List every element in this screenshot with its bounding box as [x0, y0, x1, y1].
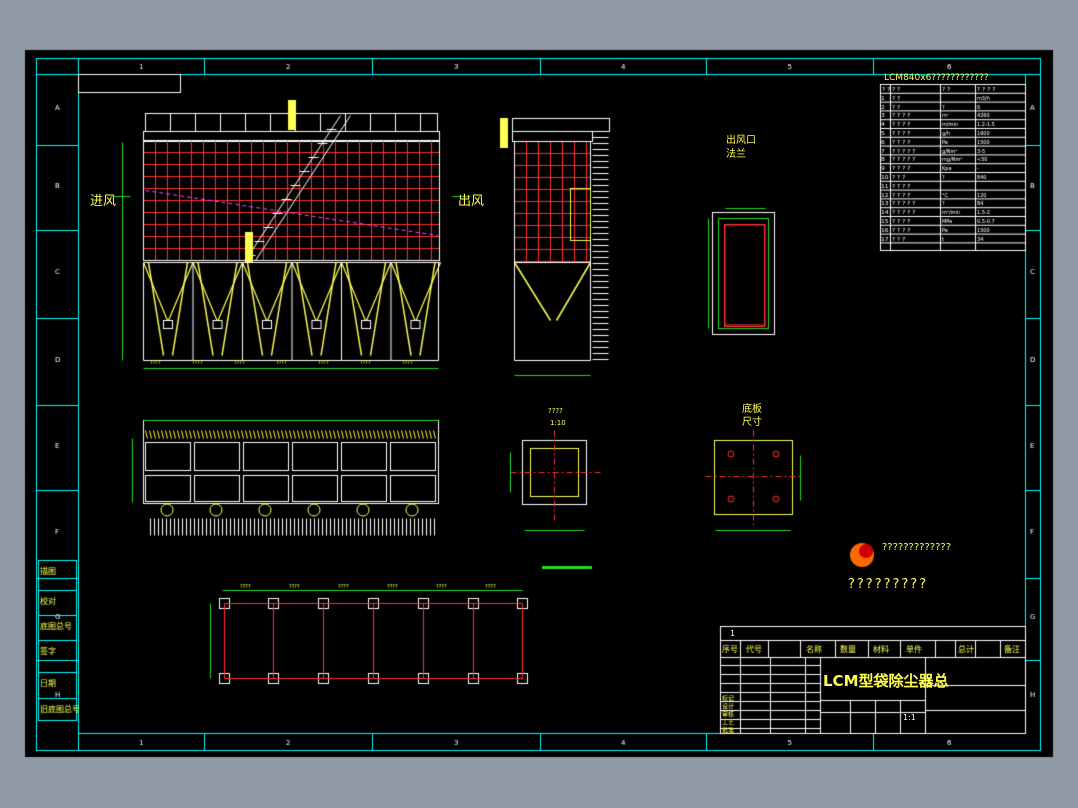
- param-table-title: LCM840x6????????????: [884, 73, 989, 83]
- outlet-label: 出风: [458, 194, 485, 209]
- logo-text-2: ?????????: [848, 577, 929, 592]
- title-block-scale: 1:1: [903, 713, 916, 722]
- detail-scale: 1:10: [550, 419, 566, 427]
- detail-title: ????: [548, 407, 563, 415]
- base-plate-label: 底板尺寸: [742, 404, 762, 428]
- outlet-flange-label: 出风口法兰: [726, 135, 756, 160]
- logo-text-1: ?????????????: [882, 542, 951, 553]
- title-block-sheet: 1: [730, 629, 736, 638]
- inlet-label: 进风: [90, 194, 117, 209]
- title-block-title: LCM型袋除尘器总: [823, 672, 949, 690]
